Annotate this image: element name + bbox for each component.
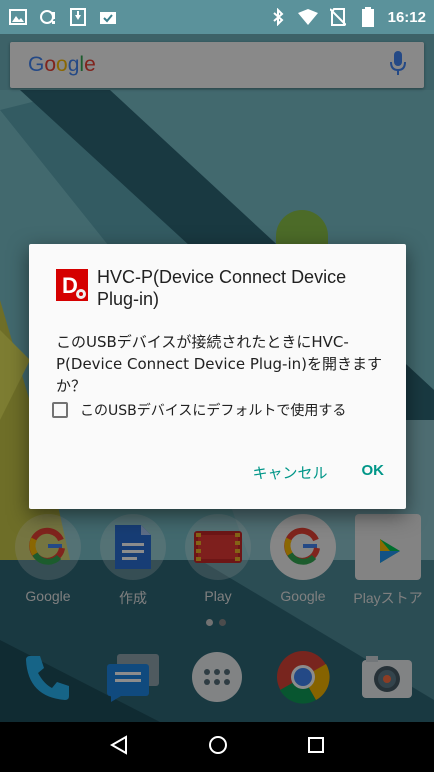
tray-check-icon bbox=[98, 7, 118, 27]
cancel-button[interactable]: キャンセル bbox=[252, 462, 327, 483]
sync-error-icon bbox=[38, 7, 58, 27]
default-use-checkbox[interactable] bbox=[52, 402, 68, 418]
navigation-bar bbox=[0, 722, 434, 772]
usb-permission-dialog: D HVC-P(Device Connect Device Plug-in) こ… bbox=[29, 244, 406, 509]
battery-icon bbox=[358, 7, 378, 27]
device-connect-app-icon: D bbox=[56, 269, 88, 301]
wifi-icon bbox=[297, 7, 318, 27]
status-time: 16:12 bbox=[387, 8, 426, 26]
no-sim-icon bbox=[328, 7, 348, 27]
app-icon-letter: D bbox=[62, 273, 78, 298]
status-bar: 16:12 bbox=[0, 0, 434, 34]
home-icon[interactable] bbox=[208, 735, 228, 759]
default-use-checkbox-label[interactable]: このUSBデバイスにデフォルトで使用する bbox=[80, 400, 346, 420]
dialog-title: HVC-P(Device Connect Device Plug-in) bbox=[97, 267, 347, 309]
recents-icon[interactable] bbox=[307, 736, 325, 758]
image-icon bbox=[8, 7, 28, 27]
download-icon bbox=[68, 7, 88, 27]
dialog-actions: キャンセル OK bbox=[252, 462, 384, 483]
default-use-checkbox-row[interactable]: このUSBデバイスにデフォルトで使用する bbox=[52, 398, 392, 422]
back-icon[interactable] bbox=[109, 735, 129, 759]
bluetooth-icon bbox=[268, 7, 288, 27]
ok-button[interactable]: OK bbox=[362, 462, 385, 483]
android-screen: 16:12 Google Google 作成 Play Google Playス… bbox=[0, 0, 434, 772]
dialog-message: このUSBデバイスが接続されたときにHVC-P(Device Connect D… bbox=[56, 333, 383, 395]
